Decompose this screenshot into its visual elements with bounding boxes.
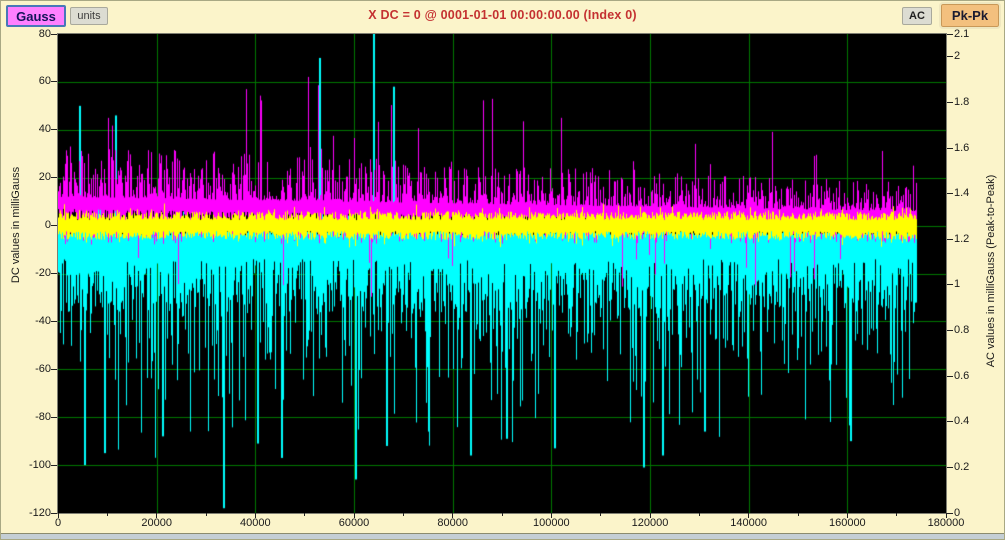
y-right-tick (947, 513, 953, 514)
y-left-tick-label: -20 (1, 267, 51, 279)
x-minor-tick (798, 513, 799, 516)
x-tick-label: 40000 (225, 517, 285, 529)
y-right-tick-label: 1.2 (954, 233, 969, 245)
graph-title: X DC = 0 @ 0001-01-01 00:00:00.00 (Index… (1, 8, 1004, 22)
y-right-tick (947, 193, 953, 194)
y-left-tick-label: -40 (1, 315, 51, 327)
y-right-tick (947, 284, 953, 285)
graph-panel: Gauss units X DC = 0 @ 0001-01-01 00:00:… (0, 0, 1005, 540)
y-right-tick (947, 330, 953, 331)
y-right-tick-label: 1.8 (954, 96, 969, 108)
y-left-tick (51, 321, 57, 322)
y-left-tick (51, 177, 57, 178)
x-tick-label: 100000 (521, 517, 581, 529)
y-right-tick-label: 1 (954, 278, 960, 290)
y-left-tick-label: 20 (1, 171, 51, 183)
y-right-tick (947, 102, 953, 103)
x-minor-tick (107, 513, 108, 516)
x-minor-tick (403, 513, 404, 516)
y-left-tick-label: 0 (1, 219, 51, 231)
x-tick-label: 140000 (719, 517, 779, 529)
y-left-tick (51, 465, 57, 466)
y-right-tick-label: 0.6 (954, 370, 969, 382)
y-left-tick (51, 513, 57, 514)
y-left-tick-label: -100 (1, 459, 51, 471)
y-right-tick (947, 56, 953, 57)
plot-area (57, 33, 947, 514)
x-minor-tick (896, 513, 897, 516)
y-left-tick-label: -60 (1, 363, 51, 375)
y-right-tick-label: 2.1 (954, 28, 969, 40)
x-tick-label: 80000 (423, 517, 483, 529)
x-minor-tick (699, 513, 700, 516)
ac-button[interactable]: AC (902, 7, 932, 25)
y-axis-right-title: AC values in milliGauss (Peak-to-Peak) (985, 175, 997, 368)
y-left-tick-label: 80 (1, 28, 51, 40)
y-right-tick-label: 1.6 (954, 142, 969, 154)
y-left-tick (51, 225, 57, 226)
y-right-tick (947, 421, 953, 422)
waveform-canvas (58, 34, 946, 513)
y-right-tick-label: 1.4 (954, 187, 969, 199)
y-right-tick (947, 239, 953, 240)
x-tick-label: 120000 (620, 517, 680, 529)
y-right-tick-label: 0.2 (954, 461, 969, 473)
x-tick-label: 180000 (916, 517, 976, 529)
y-left-tick (51, 417, 57, 418)
x-minor-tick (206, 513, 207, 516)
y-right-tick (947, 376, 953, 377)
x-minor-tick (502, 513, 503, 516)
y-left-tick (51, 81, 57, 82)
y-right-tick (947, 467, 953, 468)
y-left-tick-label: -80 (1, 411, 51, 423)
x-tick-label: 60000 (324, 517, 384, 529)
x-minor-tick (600, 513, 601, 516)
y-right-tick (947, 148, 953, 149)
pkpk-button[interactable]: Pk-Pk (941, 4, 999, 27)
y-right-tick-label: 2 (954, 50, 960, 62)
y-left-tick-label: 60 (1, 75, 51, 87)
y-right-tick (947, 34, 953, 35)
x-tick-label: 0 (28, 517, 88, 529)
x-tick-label: 20000 (127, 517, 187, 529)
y-left-tick (51, 34, 57, 35)
y-left-tick-label: 40 (1, 123, 51, 135)
y-right-tick-label: 0.8 (954, 324, 969, 336)
bottom-border-strip (1, 533, 1004, 539)
y-left-tick (51, 369, 57, 370)
y-left-tick (51, 129, 57, 130)
x-tick-label: 160000 (817, 517, 877, 529)
x-minor-tick (304, 513, 305, 516)
y-left-tick (51, 273, 57, 274)
y-right-tick-label: 0.4 (954, 415, 969, 427)
